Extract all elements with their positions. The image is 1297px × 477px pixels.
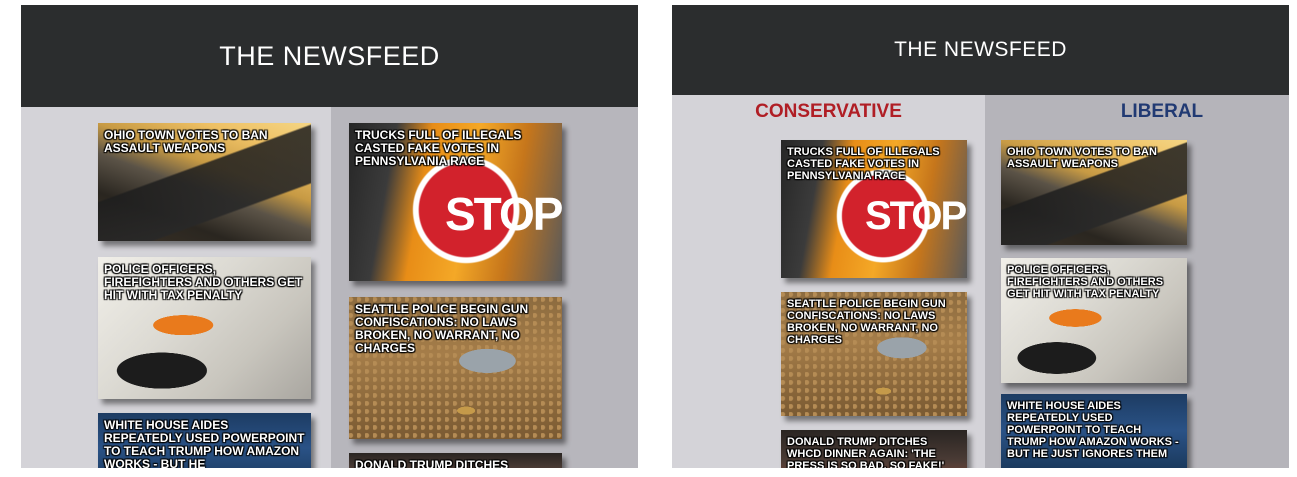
- news-headline: WHITE HOUSE AIDES REPEATEDLY USED POWERP…: [1007, 400, 1179, 460]
- liberal-column: LIBERAL OHIO TOWN VOTES TO BAN ASSAULT W…: [985, 95, 1289, 468]
- news-headline: DONALD TRUMP DITCHES: [355, 458, 509, 469]
- page-title: THE NEWSFEED: [672, 5, 1289, 95]
- news-card-white-house-powerpoint[interactable]: WHITE HOUSE AIDES REPEATEDLY USED POWERP…: [1001, 394, 1187, 468]
- news-card-fake-votes[interactable]: STOP TRUCKS FULL OF ILLEGALS CASTED FAKE…: [781, 140, 967, 278]
- news-card-trump-ditches-dinner[interactable]: DONALD TRUMP DITCHES: [349, 453, 562, 468]
- news-headline: SEATTLE POLICE BEGIN GUN CONFISCATIONS: …: [787, 298, 946, 346]
- news-headline: SEATTLE POLICE BEGIN GUN CONFISCATIONS: …: [355, 302, 529, 355]
- news-headline: OHIO TOWN VOTES TO BAN ASSAULT WEAPONS: [104, 128, 268, 155]
- feed-column-right: STOP TRUCKS FULL OF ILLEGALS CASTED FAKE…: [331, 107, 638, 468]
- news-card-ohio-assault-weapons[interactable]: OHIO TOWN VOTES TO BAN ASSAULT WEAPONS: [98, 123, 311, 241]
- news-card-tax-penalty[interactable]: POLICE OFFICERS, FIREFIGHTERS AND OTHERS…: [1001, 258, 1187, 383]
- feed-column-left: OHIO TOWN VOTES TO BAN ASSAULT WEAPONS P…: [21, 107, 331, 468]
- stop-sign-icon: STOP: [445, 188, 562, 240]
- news-headline: POLICE OFFICERS, FIREFIGHTERS AND OTHERS…: [104, 262, 303, 302]
- news-headline: DONALD TRUMP DITCHES WHCD DINNER AGAIN: …: [787, 436, 945, 468]
- news-card-white-house-powerpoint[interactable]: WHITE HOUSE AIDES REPEATEDLY USED POWERP…: [98, 413, 311, 468]
- news-headline: POLICE OFFICERS, FIREFIGHTERS AND OTHERS…: [1007, 264, 1164, 300]
- news-headline: WHITE HOUSE AIDES REPEATEDLY USED POWERP…: [104, 418, 305, 469]
- newsfeed-split-view: THE NEWSFEED CONSERVATIVE STOP TRUCKS FU…: [672, 5, 1289, 468]
- news-card-seattle-gun-confiscations[interactable]: SEATTLE POLICE BEGIN GUN CONFISCATIONS: …: [781, 292, 967, 416]
- news-headline: TRUCKS FULL OF ILLEGALS CASTED FAKE VOTE…: [355, 128, 522, 168]
- news-card-trump-ditches-dinner[interactable]: DONALD TRUMP DITCHES WHCD DINNER AGAIN: …: [781, 430, 967, 468]
- news-headline: TRUCKS FULL OF ILLEGALS CASTED FAKE VOTE…: [787, 146, 940, 182]
- news-card-ohio-assault-weapons[interactable]: OHIO TOWN VOTES TO BAN ASSAULT WEAPONS: [1001, 140, 1187, 245]
- page-title: THE NEWSFEED: [21, 5, 638, 107]
- news-card-fake-votes[interactable]: STOP TRUCKS FULL OF ILLEGALS CASTED FAKE…: [349, 123, 562, 281]
- liberal-label: LIBERAL: [1120, 101, 1204, 122]
- conservative-label: CONSERVATIVE: [755, 101, 902, 122]
- news-headline: OHIO TOWN VOTES TO BAN ASSAULT WEAPONS: [1007, 146, 1157, 170]
- stop-sign-icon: STOP: [865, 194, 967, 238]
- conservative-column: CONSERVATIVE STOP TRUCKS FULL OF ILLEGAL…: [672, 95, 985, 468]
- news-card-tax-penalty[interactable]: POLICE OFFICERS, FIREFIGHTERS AND OTHERS…: [98, 257, 311, 399]
- newsfeed-mixed-view: THE NEWSFEED OHIO TOWN VOTES TO BAN ASSA…: [21, 5, 638, 468]
- news-card-seattle-gun-confiscations[interactable]: SEATTLE POLICE BEGIN GUN CONFISCATIONS: …: [349, 297, 562, 439]
